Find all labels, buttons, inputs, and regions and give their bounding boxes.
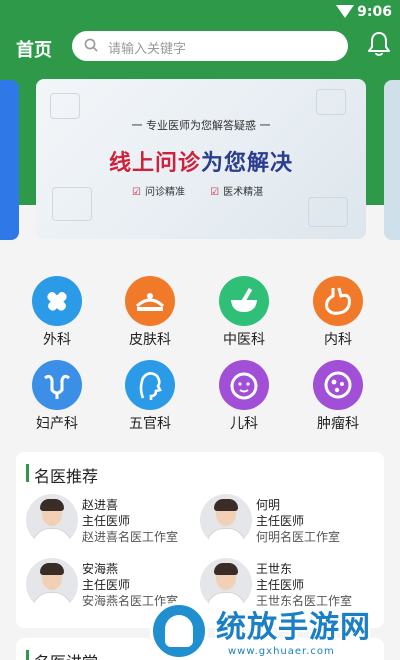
banner-headline: 线上问诊为您解决 <box>36 145 366 177</box>
banner-prev-slide[interactable] <box>0 80 19 240</box>
wifi-icon <box>336 5 354 18</box>
department-dermatology[interactable]: 皮肤科 <box>115 276 185 349</box>
doctor-name: 安海燕 <box>82 562 119 576</box>
check-icon: ☑ <box>210 187 220 198</box>
doctor-card[interactable]: 赵进喜 主任医师 赵进喜名医工作室 <box>26 494 204 550</box>
department-label: 内科 <box>324 332 352 348</box>
department-internal[interactable]: 内科 <box>303 276 373 349</box>
doctor-studio: 赵进喜名医工作室 <box>82 530 179 544</box>
banner-next-slide[interactable] <box>384 80 400 240</box>
promo-banner[interactable]: 一 专业医师为您解答疑惑 一 线上问诊为您解决 ☑ 问诊精准 ☑ 医术精湛 <box>36 79 366 239</box>
search-input[interactable]: 请输入关键字 <box>72 31 348 61</box>
watermark-text: 统放手游网 <box>216 610 371 645</box>
doctor-name: 王世东 <box>256 562 293 576</box>
cell-icon <box>313 360 363 410</box>
banner-decoration <box>50 93 80 119</box>
department-surgery[interactable]: 外科 <box>22 276 92 349</box>
face-icon <box>125 360 175 410</box>
department-oncology[interactable]: 肿瘤科 <box>303 360 373 433</box>
section-title: 名医推荐 <box>34 467 99 486</box>
doctor-card[interactable]: 何明 主任医师 何明名医工作室 <box>200 494 378 550</box>
doctor-title: 主任医师 <box>82 514 131 528</box>
department-label: 中医科 <box>223 332 265 348</box>
doctor-avatar <box>200 494 252 546</box>
search-placeholder: 请输入关键字 <box>108 42 187 57</box>
status-bar: 9:06 <box>0 0 400 24</box>
bell-icon[interactable] <box>366 30 392 58</box>
doctor-avatar <box>26 494 78 546</box>
department-label: 妇产科 <box>36 416 78 432</box>
section-accent-bar <box>26 464 29 482</box>
watermark-logo-icon <box>150 602 208 660</box>
department-pediatrics[interactable]: 儿科 <box>209 360 279 433</box>
doctor-avatar <box>26 558 78 610</box>
banner-decoration <box>308 197 348 227</box>
department-label: 儿科 <box>230 416 258 432</box>
stomach-icon <box>313 276 363 326</box>
banner-tag: ☑ 问诊精准 <box>132 187 185 198</box>
uterus-icon <box>32 360 82 410</box>
department-grid: 外科 皮肤科 中医科 内科 妇产科 五官科 儿科 肿瘤科 <box>0 272 400 432</box>
department-obstetrics[interactable]: 妇产科 <box>22 360 92 433</box>
search-icon <box>84 38 98 52</box>
doctor-title: 主任医师 <box>256 514 305 528</box>
banner-decoration <box>52 187 92 221</box>
bandage-icon <box>32 276 82 326</box>
section-title: 名医讲堂 <box>34 649 98 660</box>
banner-subtitle: 一 专业医师为您解答疑惑 一 <box>131 119 271 132</box>
banner-tags: ☑ 问诊精准 ☑ 医术精湛 <box>132 183 285 198</box>
watermark: 统放手游网 www.gxhuaer.com <box>150 602 400 660</box>
department-tcm[interactable]: 中医科 <box>209 276 279 349</box>
department-label: 五官科 <box>129 416 171 432</box>
watermark-url: www.gxhuaer.com <box>228 646 335 657</box>
check-icon: ☑ <box>132 187 141 198</box>
baby-icon <box>219 360 269 410</box>
banner-headline-blue: 为您解决 <box>201 151 294 176</box>
status-time: 9:06 <box>357 4 392 20</box>
doctor-title: 主任医师 <box>82 578 131 592</box>
banner-decoration <box>316 89 346 115</box>
section-accent-bar <box>26 650 29 660</box>
page-title: 首页 <box>16 40 52 61</box>
skin-icon <box>125 276 175 326</box>
department-ent[interactable]: 五官科 <box>115 360 185 433</box>
doctor-name: 何明 <box>256 498 281 512</box>
doctor-name: 赵进喜 <box>82 498 119 512</box>
department-label: 肿瘤科 <box>317 416 359 432</box>
banner-tag: ☑ 医术精湛 <box>210 187 264 198</box>
mortar-icon <box>219 276 269 326</box>
department-label: 皮肤科 <box>129 332 171 348</box>
doctor-title: 主任医师 <box>256 578 305 592</box>
department-label: 外科 <box>43 332 71 348</box>
banner-headline-red: 线上问诊 <box>108 151 201 176</box>
doctor-studio: 何明名医工作室 <box>256 530 341 544</box>
